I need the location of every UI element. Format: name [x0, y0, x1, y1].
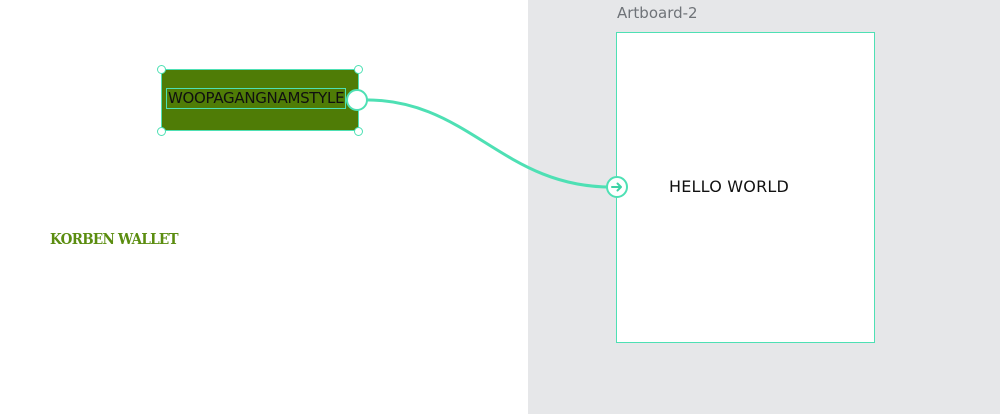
korben-wallet-logo[interactable]: KORBEN WALLET	[50, 230, 179, 248]
connector-handle-icon[interactable]	[346, 89, 368, 111]
resize-handle-top-left[interactable]	[157, 65, 166, 74]
resize-handle-bottom-right[interactable]	[354, 127, 363, 136]
resize-handle-top-right[interactable]	[354, 65, 363, 74]
artboard-title[interactable]: Artboard-2	[617, 4, 698, 22]
arrow-right-circle-icon[interactable]	[606, 176, 628, 198]
selected-button-label[interactable]: WOOPAGANGNAMSTYLE	[165, 88, 347, 109]
pasteboard-left[interactable]	[0, 0, 528, 414]
artboard-text-hello-world[interactable]: HELLO WORLD	[669, 177, 789, 196]
arrow-right-icon	[611, 182, 622, 192]
resize-handle-bottom-left[interactable]	[157, 127, 166, 136]
